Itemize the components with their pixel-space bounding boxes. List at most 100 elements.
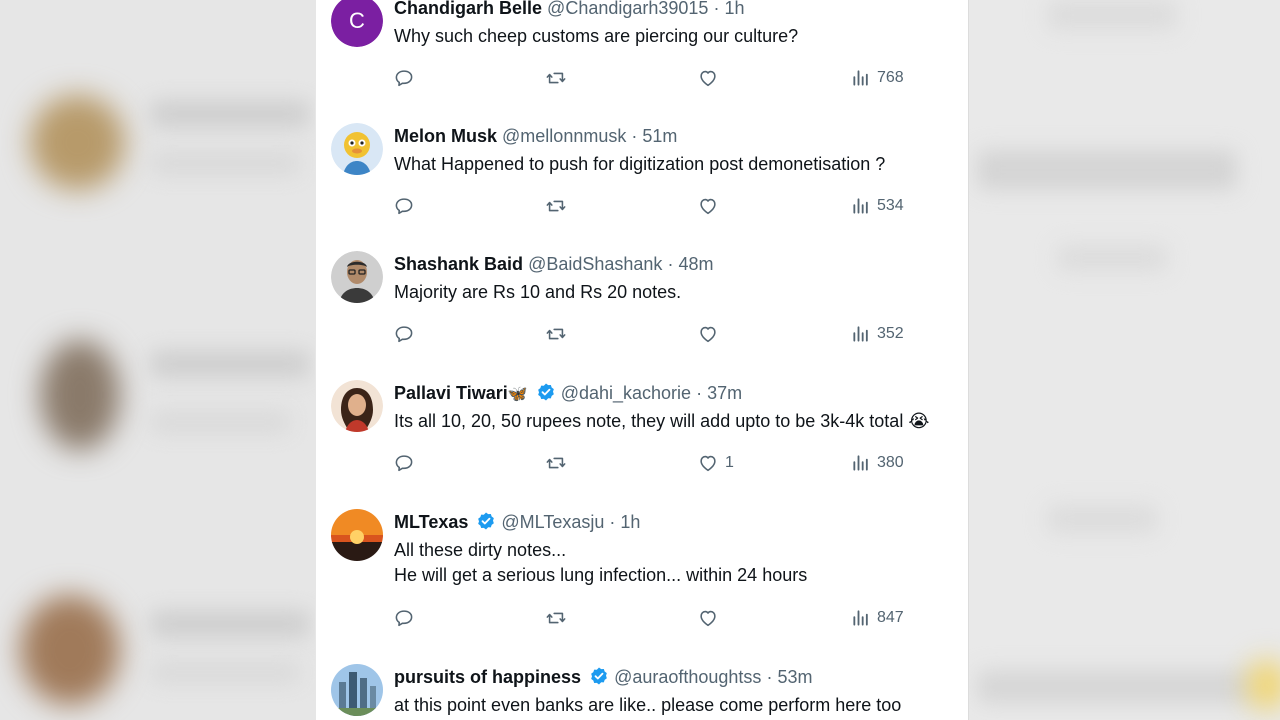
reply-button[interactable] — [393, 191, 415, 221]
tweet-text-line: What Happened to push for digitization p… — [394, 154, 886, 174]
author-handle[interactable]: @Chandigarh39015 — [547, 0, 708, 18]
reply-feed[interactable]: C Chandigarh Belle @Chandigarh39015 · 1h… — [315, 0, 969, 720]
tweet[interactable]: pursuits of happiness @auraofthoughtss ·… — [316, 664, 968, 720]
retweet-icon — [546, 457, 566, 469]
like-icon — [700, 70, 716, 87]
timestamp[interactable]: 48m — [678, 254, 713, 274]
tweet-text: Its all 10, 20, 50 rupees note, they wil… — [394, 409, 929, 434]
like-button[interactable] — [697, 319, 725, 349]
like-icon — [700, 326, 716, 343]
reply-icon — [395, 455, 413, 472]
reply-button[interactable] — [393, 603, 415, 633]
separator: · — [609, 512, 616, 532]
author-handle[interactable]: @dahi_kachorie — [561, 383, 691, 403]
view-count: 380 — [877, 454, 904, 471]
tweet-actions: 352 — [316, 319, 968, 349]
tweet-text-line: Its all 10, 20, 50 rupees note, they wil… — [394, 411, 930, 431]
views-icon — [853, 610, 868, 626]
views-button[interactable]: 847 — [851, 603, 904, 633]
tweet-text: What Happened to push for digitization p… — [394, 152, 885, 177]
timestamp[interactable]: 1h — [724, 0, 744, 18]
tweet-actions: 534 — [316, 191, 968, 221]
timestamp[interactable]: 1h — [620, 512, 640, 532]
tweet-actions: 847 — [316, 603, 968, 633]
tweet[interactable]: C Chandigarh Belle @Chandigarh39015 · 1h… — [316, 0, 968, 105]
like-button[interactable] — [697, 603, 725, 633]
retweet-button[interactable] — [545, 191, 567, 221]
author-name[interactable]: pursuits of happiness — [394, 667, 581, 687]
avatar[interactable] — [331, 251, 383, 303]
view-count: 768 — [877, 69, 904, 86]
avatar[interactable]: C — [331, 0, 383, 47]
retweet-icon — [546, 612, 566, 624]
separator: · — [631, 126, 638, 146]
view-count: 534 — [877, 197, 904, 214]
author-name[interactable]: Pallavi Tiwari — [394, 383, 508, 403]
tweet[interactable]: MLTexas @MLTexasju · 1h All these dirty … — [316, 509, 968, 644]
reply-button[interactable] — [393, 448, 415, 478]
blurred-background-left — [0, 0, 315, 720]
reply-icon — [395, 610, 413, 627]
tweet-text: All these dirty notes... He will get a s… — [394, 538, 807, 588]
blurred-background-right — [967, 0, 1280, 720]
author-name[interactable]: Melon Musk — [394, 126, 497, 146]
views-icon — [853, 198, 868, 214]
author-handle[interactable]: @BaidShashank — [528, 254, 662, 274]
retweet-button[interactable] — [545, 319, 567, 349]
reply-icon — [395, 70, 413, 87]
author-name[interactable]: Chandigarh Belle — [394, 0, 542, 18]
like-button[interactable] — [697, 191, 725, 221]
views-button[interactable]: 534 — [851, 191, 904, 221]
retweet-button[interactable] — [545, 448, 567, 478]
separator: · — [713, 0, 720, 18]
reply-icon — [395, 326, 413, 343]
tweet[interactable]: Shashank Baid @BaidShashank · 48m Majori… — [316, 251, 968, 361]
like-button[interactable] — [697, 63, 725, 93]
author-handle[interactable]: @MLTexasju — [501, 512, 604, 532]
reply-button[interactable] — [393, 319, 415, 349]
tweet-text-line: at this point even banks are like.. plea… — [394, 695, 902, 715]
view-count: 847 — [877, 609, 904, 626]
views-button[interactable]: 380 — [851, 448, 904, 478]
like-count: 1 — [725, 454, 734, 471]
views-icon — [853, 455, 868, 471]
tweet-text-line: Why such cheep customs are piercing our … — [394, 26, 799, 46]
timestamp[interactable]: 51m — [642, 126, 677, 146]
butterfly-emoji: 🦋 — [507, 386, 528, 403]
tweet-text-line: He will get a serious lung infection... … — [394, 565, 808, 585]
like-button[interactable]: 1 — [697, 448, 734, 478]
like-icon — [700, 198, 716, 215]
tweet-actions: 768 — [316, 63, 968, 93]
tweet-text-line: All these dirty notes... — [394, 540, 567, 560]
tweet[interactable]: Melon Musk @mellonnmusk · 51m What Happe… — [316, 123, 968, 233]
avatar[interactable] — [331, 664, 383, 716]
tweet-text-line: Majority are Rs 10 and Rs 20 notes. — [394, 282, 682, 302]
views-button[interactable]: 352 — [851, 319, 904, 349]
retweet-button[interactable] — [545, 63, 567, 93]
views-button[interactable]: 768 — [851, 63, 904, 93]
avatar[interactable] — [331, 509, 383, 561]
view-count: 352 — [877, 325, 904, 342]
verified-badge-icon — [478, 512, 495, 530]
reply-button[interactable] — [393, 63, 415, 93]
svg-text:C: C — [349, 8, 365, 33]
like-icon — [700, 610, 716, 627]
author-name[interactable]: Shashank Baid — [394, 254, 523, 274]
timestamp[interactable]: 53m — [777, 667, 812, 687]
tweet-actions: 1 380 — [316, 448, 968, 478]
separator: · — [696, 383, 703, 403]
avatar[interactable] — [331, 380, 383, 432]
reply-icon — [395, 198, 413, 215]
author-name[interactable]: MLTexas — [394, 512, 468, 532]
retweet-icon — [546, 72, 566, 84]
author-handle[interactable]: @auraofthoughtss — [614, 667, 761, 687]
tweet-text: Majority are Rs 10 and Rs 20 notes. — [394, 280, 681, 305]
like-icon — [700, 455, 716, 472]
verified-badge-icon — [591, 667, 607, 685]
tweet[interactable]: Pallavi Tiwari🦋 @dahi_kachorie · 37m Its… — [316, 380, 968, 490]
retweet-button[interactable] — [545, 603, 567, 633]
author-handle[interactable]: @mellonnmusk — [502, 126, 626, 146]
timestamp[interactable]: 37m — [707, 383, 742, 403]
avatar[interactable] — [331, 123, 383, 175]
tweet-text: Why such cheep customs are piercing our … — [394, 24, 798, 49]
